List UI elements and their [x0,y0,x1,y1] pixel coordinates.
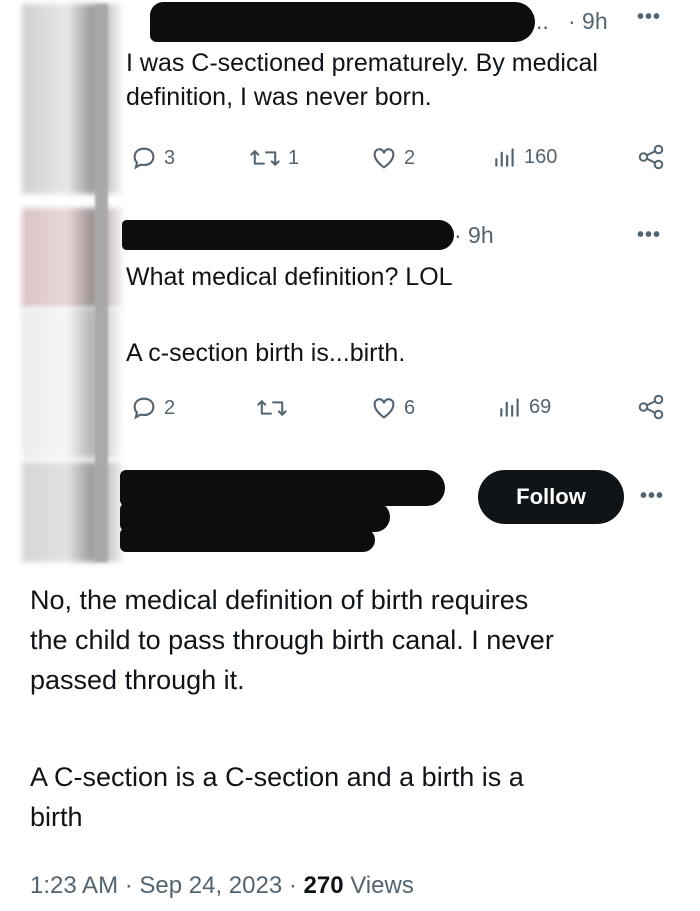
share-button[interactable] [636,142,666,172]
follow-button[interactable]: Follow [478,470,624,524]
more-icon[interactable]: ••• [637,6,661,29]
tweet-text-line: definition, I was never born. [126,83,432,111]
views-button[interactable]: 160 [492,144,557,170]
repost-button[interactable]: 1 [248,144,299,172]
repost-icon [257,400,287,416]
like-button[interactable]: 6 [370,394,415,422]
reply-icon [133,397,155,420]
share-button[interactable] [636,392,666,422]
tweet-text: A c-section birth is...birth. [126,339,406,367]
tweet-text-line: passed through it. [30,665,245,695]
handle-fragment: .. [536,8,549,34]
repost-button[interactable] [255,394,295,422]
tweet-text-line: birth [30,802,83,832]
like-button[interactable]: 2 [370,144,415,172]
views-icon [500,398,519,417]
redacted-handle [120,528,375,552]
redacted-username [120,470,445,506]
tweet-text-line: the child to pass through birth canal. I… [30,625,554,655]
views-count: 160 [524,145,558,168]
more-icon[interactable]: ••• [640,485,664,508]
like-count: 2 [404,146,416,169]
more-icon[interactable]: ••• [637,224,661,247]
views-icon [495,148,514,167]
share-icon [638,394,664,420]
redacted-username [122,220,454,250]
tweet-text: What medical definition? LOL [126,263,453,291]
like-icon [373,398,395,419]
like-icon [373,148,395,169]
reply-icon [133,147,155,170]
tweet-metadata: 1:23 AM · Sep 24, 2023 · 270 Views [30,872,414,900]
reply-count: 3 [164,146,176,169]
tweet-text-line: A C-section is a C-section and a birth i… [30,762,524,792]
repost-icon [250,150,280,166]
reply-count: 2 [164,396,176,419]
views-button[interactable]: 69 [497,394,551,420]
tweet-text-line: I was C-sectioned prematurely. By medica… [126,49,598,77]
reply-button[interactable]: 3 [130,144,175,172]
views-total: 270 [303,872,344,899]
tweet-text-line: No, the medical definition of birth requ… [30,585,529,615]
redacted-username [150,2,535,42]
tweet-time: · 9h [568,8,608,34]
timestamp[interactable]: 1:23 AM · Sep 24, 2023 · [30,872,304,899]
reply-button[interactable]: 2 [130,394,175,422]
like-count: 6 [404,396,416,419]
share-icon [638,144,664,170]
tweet-time: · 9h [454,222,494,248]
views-count: 69 [529,395,552,418]
thread-line [95,4,108,562]
views-label: Views [343,872,414,899]
repost-count: 1 [288,146,300,169]
